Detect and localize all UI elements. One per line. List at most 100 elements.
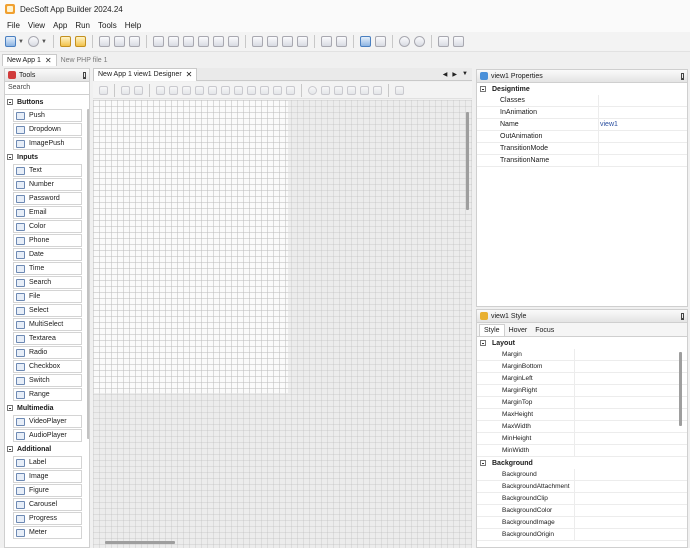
menu-help[interactable]: Help — [121, 21, 145, 30]
align-left-icon[interactable] — [182, 85, 191, 95]
style-row-marginbottom[interactable]: MarginBottom — [477, 361, 687, 373]
tool-meter[interactable]: Meter — [13, 526, 82, 539]
tools-wrench-icon[interactable] — [360, 36, 371, 47]
remove-item-icon[interactable] — [228, 36, 239, 47]
add-view-icon[interactable] — [153, 36, 164, 47]
style-row-marginright[interactable]: MarginRight — [477, 385, 687, 397]
paste-icon[interactable] — [334, 85, 343, 95]
style-row-backgroundorigin[interactable]: BackgroundOrigin — [477, 529, 687, 541]
build-icon[interactable] — [438, 36, 449, 47]
select-tool-icon[interactable] — [99, 85, 108, 95]
style-row-background[interactable]: Background — [477, 469, 687, 481]
unlock-icon[interactable] — [134, 85, 143, 95]
tool-range[interactable]: Range — [13, 388, 82, 401]
align-middle-icon[interactable] — [234, 85, 243, 95]
style-property-value[interactable] — [575, 373, 687, 384]
style-tab-focus[interactable]: Focus — [531, 324, 558, 336]
style-property-value[interactable] — [575, 505, 687, 516]
tab-list-dropdown-icon[interactable]: ▼ — [462, 71, 468, 78]
group-icon[interactable] — [156, 85, 165, 95]
tool-date[interactable]: Date — [13, 248, 82, 261]
save-icon[interactable] — [99, 36, 110, 47]
tool-text[interactable]: Text — [13, 164, 82, 177]
tool-label[interactable]: Label — [13, 456, 82, 469]
style-property-value[interactable] — [575, 469, 687, 480]
tool-radio[interactable]: Radio — [13, 346, 82, 359]
tool-audioplayer[interactable]: AudioPlayer — [13, 429, 82, 442]
collapse-icon[interactable] — [480, 86, 486, 92]
property-row-transitionname[interactable]: TransitionName — [477, 155, 687, 167]
bring-front-icon[interactable] — [260, 85, 269, 95]
style-property-value[interactable] — [575, 409, 687, 420]
close-icon[interactable]: ✕ — [45, 56, 52, 65]
property-value[interactable] — [599, 95, 687, 106]
close-file-icon[interactable] — [129, 36, 140, 47]
deploy-icon[interactable] — [453, 36, 464, 47]
tool-textarea[interactable]: Textarea — [13, 332, 82, 345]
add-frame-icon[interactable] — [183, 36, 194, 47]
style-property-value[interactable] — [575, 529, 687, 540]
scroll-left-icon[interactable]: ◀ — [443, 71, 448, 78]
stop-icon[interactable] — [414, 36, 425, 47]
send-back-icon[interactable] — [273, 85, 282, 95]
style-property-value[interactable] — [575, 433, 687, 444]
property-value[interactable] — [599, 143, 687, 154]
run-icon[interactable] — [399, 36, 410, 47]
tool-dropdown[interactable]: Dropdown — [13, 123, 82, 136]
tools-category-buttons[interactable]: Buttons — [5, 96, 85, 108]
menu-run[interactable]: Run — [71, 21, 94, 30]
undo-icon[interactable] — [373, 85, 382, 95]
tools-search-input[interactable]: Search — [5, 82, 89, 95]
designtime-section[interactable]: Designtime — [477, 83, 687, 95]
pin-icon[interactable] — [681, 72, 684, 80]
style-property-value[interactable] — [575, 349, 687, 360]
property-value[interactable] — [599, 155, 687, 166]
property-row-inanimation[interactable]: InAnimation — [477, 107, 687, 119]
tool-figure[interactable]: Figure — [13, 484, 82, 497]
doc-tab-new-php-file[interactable]: New PHP file 1 — [57, 54, 112, 66]
lock-icon[interactable] — [121, 85, 130, 95]
designer-tab[interactable]: New App 1 view1 Designer ✕ — [93, 67, 198, 81]
tool-multiselect[interactable]: MultiSelect — [13, 318, 82, 331]
style-row-backgroundimage[interactable]: BackgroundImage — [477, 517, 687, 529]
align-center-icon[interactable] — [195, 85, 204, 95]
tool-checkbox[interactable]: Checkbox — [13, 360, 82, 373]
open-project-icon[interactable] — [75, 36, 86, 47]
property-row-name[interactable]: Name view1 — [477, 119, 687, 131]
doc-tab-new-app[interactable]: New App 1 ✕ — [2, 54, 57, 66]
tool-password[interactable]: Password — [13, 192, 82, 205]
style-property-value[interactable] — [575, 385, 687, 396]
tool-imagepush[interactable]: ImagePush — [13, 137, 82, 150]
app-options-icon[interactable] — [321, 36, 332, 47]
media-icon[interactable] — [297, 36, 308, 47]
style-property-value[interactable] — [575, 397, 687, 408]
style-property-value[interactable] — [575, 481, 687, 492]
style-row-margin[interactable]: Margin — [477, 349, 687, 361]
property-value[interactable]: view1 — [599, 119, 687, 130]
align-top-icon[interactable] — [221, 85, 230, 95]
copy-icon[interactable] — [321, 85, 330, 95]
plugins-icon[interactable] — [375, 36, 386, 47]
open-folder-icon[interactable] — [60, 36, 71, 47]
collapse-icon[interactable] — [7, 99, 13, 105]
style-property-value[interactable] — [575, 517, 687, 528]
style-property-value[interactable] — [575, 361, 687, 372]
tool-switch[interactable]: Switch — [13, 374, 82, 387]
tool-number[interactable]: Number — [13, 178, 82, 191]
ungroup-icon[interactable] — [169, 85, 178, 95]
tools-scrollbar[interactable] — [87, 109, 89, 439]
property-value[interactable] — [599, 107, 687, 118]
edit-icon[interactable] — [252, 36, 263, 47]
collapse-icon[interactable] — [480, 340, 486, 346]
tool-carousel[interactable]: Carousel — [13, 498, 82, 511]
menu-tools[interactable]: Tools — [94, 21, 121, 30]
style-scrollbar[interactable] — [679, 352, 682, 426]
style-row-minwidth[interactable]: MinWidth — [477, 445, 687, 457]
tool-progress[interactable]: Progress — [13, 512, 82, 525]
save-all-icon[interactable] — [114, 36, 125, 47]
close-icon[interactable]: ✕ — [186, 70, 193, 79]
align-bottom-icon[interactable] — [247, 85, 256, 95]
style-row-maxheight[interactable]: MaxHeight — [477, 409, 687, 421]
add-file-icon[interactable] — [213, 36, 224, 47]
tool-phone[interactable]: Phone — [13, 234, 82, 247]
